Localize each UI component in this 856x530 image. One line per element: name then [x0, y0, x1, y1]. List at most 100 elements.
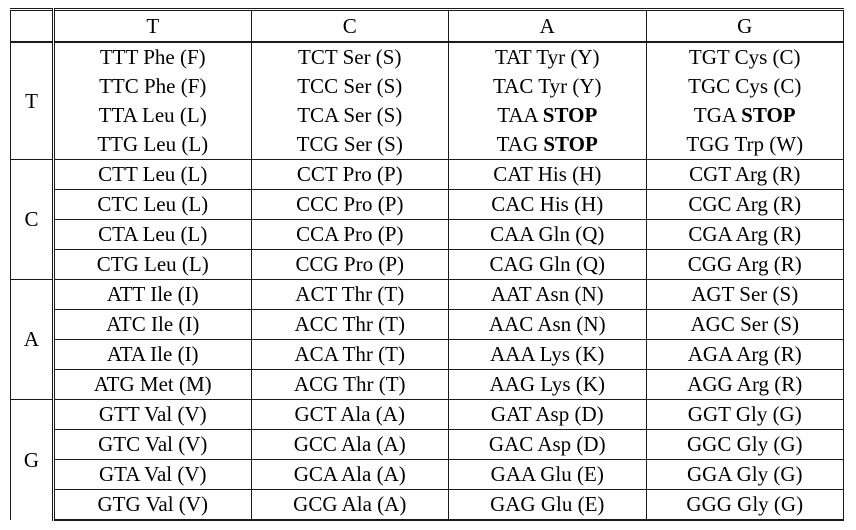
codon-triplet: CAT: [493, 162, 533, 186]
codon-text: GTC Val (V): [98, 430, 207, 459]
column-header-c: C: [251, 9, 449, 43]
codon-triplet: AAT: [490, 282, 532, 306]
codon-cell-CGG: CGG Arg (R): [646, 249, 844, 280]
codon-cell-TAC: TAC Tyr (Y): [448, 72, 647, 101]
codon-cell-AAA: AAA Lys (K): [448, 339, 647, 370]
amino-acid-label: Trp (W): [734, 132, 804, 156]
amino-acid-label: Glu (E): [540, 462, 604, 486]
table-row: CTG Leu (L) CCG Pro (P) CAG Gln (Q) CGG Arg…: [11, 249, 844, 280]
codon-triplet: CTT: [98, 162, 138, 186]
codon-cell-TTT: TTT Phe (F): [53, 42, 252, 72]
amino-acid-label: Phe (F): [143, 45, 206, 69]
genetic-code-table-container: T C A G T TTT Phe (F) TCT Ser (S) TAT Tyr (…: [10, 8, 844, 521]
codon-text: TAA STOP: [497, 101, 597, 130]
codon-cell-CCC: CCC Pro (P): [251, 189, 449, 220]
codon-triplet: CGG: [687, 252, 733, 276]
codon-triplet: AAG: [489, 372, 536, 396]
codon-text: AGC Ser (S): [690, 310, 799, 339]
codon-cell-ACC: ACC Thr (T): [251, 309, 449, 340]
column-header-g: G: [646, 9, 844, 43]
codon-triplet: CCC: [296, 192, 339, 216]
codon-triplet: TTG: [97, 132, 139, 156]
codon-text: CGG Arg (R): [688, 250, 802, 279]
amino-acid-label: Gly (G): [736, 462, 803, 486]
codon-text: CTT Leu (L): [98, 160, 207, 189]
codon-text: TGA STOP: [694, 101, 796, 130]
codon-text: AAA Lys (K): [490, 340, 604, 369]
table-row: T TTT Phe (F) TCT Ser (S) TAT Tyr (Y) TGT Cy…: [10, 42, 844, 160]
codon-text: TAT Tyr (Y): [495, 43, 600, 72]
codon-cell-CAG: CAG Gln (Q): [448, 249, 647, 280]
codon-text: GAG Glu (E): [490, 490, 604, 519]
codon-cell-ATC: ATC Ile (I): [53, 309, 252, 340]
amino-acid-label: Ser (S): [343, 74, 403, 98]
codon-cell-TAT: TAT Tyr (Y): [448, 42, 647, 72]
amino-acid-label: Glu (E): [540, 492, 605, 516]
codon-text: AAT Asn (N): [491, 280, 604, 309]
codon-text: GTG Val (V): [98, 490, 208, 519]
amino-acid-label: Val (V): [144, 462, 207, 486]
codon-text: ACG Thr (T): [294, 370, 406, 399]
codon-triplet: TAA: [497, 103, 538, 127]
codon-triplet: AAC: [488, 312, 534, 336]
codon-triplet: AGG: [687, 372, 733, 396]
codon-triplet: CTC: [97, 192, 139, 216]
codon-cell-ATT: ATT Ile (I): [53, 279, 252, 310]
codon-triplet: TCA: [297, 103, 339, 127]
table-row: GTA Val (V) GCA Ala (A) GAA Glu (E) GGA Gly…: [11, 459, 844, 490]
codon-text: AGG Arg (R): [687, 370, 802, 399]
amino-acid-label: Leu (L): [143, 132, 209, 156]
codon-cell-TAG: TAG STOP: [448, 130, 647, 160]
amino-acid-label: Gly (G): [736, 432, 803, 456]
codon-cell-TCT: TCT Ser (S): [251, 42, 449, 72]
column-header-a: A: [448, 9, 647, 43]
amino-acid-label: Val (V): [144, 402, 207, 426]
amino-acid-label: Arg (R): [736, 342, 802, 366]
codon-triplet: AAA: [490, 342, 535, 366]
codon-triplet: CAC: [491, 192, 535, 216]
codon-text: TAC Tyr (Y): [493, 72, 601, 101]
stop-label: STOP: [542, 103, 598, 127]
codon-cell-AGC: AGC Ser (S): [646, 309, 844, 340]
codon-triplet: CGC: [688, 192, 732, 216]
codon-text: TCT Ser (S): [298, 43, 401, 72]
amino-acid-label: Leu (L): [142, 222, 208, 246]
codon-cell-CAC: CAC His (H): [448, 189, 647, 220]
codon-cell-ATG: ATG Met (M): [53, 369, 252, 400]
codon-cell-GTG: GTG Val (V): [53, 489, 252, 521]
table-row: C CTT Leu (L) CCT Pro (P) CAT His (H) CGT Ar…: [10, 159, 844, 280]
codon-triplet: GCG: [293, 492, 338, 516]
codon-text: GAC Asp (D): [489, 430, 606, 459]
codon-cell-CAA: CAA Gln (Q): [448, 219, 647, 250]
codon-text: ACA Thr (T): [295, 340, 405, 369]
amino-acid-label: Ser (S): [740, 312, 799, 336]
codon-triplet: CGT: [689, 162, 731, 186]
amino-acid-label: Tyr (Y): [536, 45, 600, 69]
header-row: T C A G: [10, 9, 844, 43]
amino-acid-label: Phe (F): [144, 74, 207, 98]
codon-cell-CTA: CTA Leu (L): [53, 219, 252, 250]
codon-text: TAG STOP: [497, 130, 598, 159]
codon-text: CTA Leu (L): [98, 220, 207, 249]
table-row: CTC Leu (L) CCC Pro (P) CAC His (H) CGC Arg…: [11, 189, 844, 220]
codon-cell-TGA: TGA STOP: [646, 101, 844, 130]
codon-triplet: GAC: [488, 432, 534, 456]
codon-cell-TCG: TCG Ser (S): [251, 130, 449, 160]
codon-triplet: TCC: [297, 74, 339, 98]
amino-acid-label: Arg (R): [735, 192, 802, 216]
codon-cell-CTG: CTG Leu (L): [53, 249, 252, 280]
codon-text: CCT Pro (P): [297, 160, 403, 189]
codon-text: TTC Phe (F): [99, 72, 206, 101]
codon-text: GGG Gly (G): [686, 490, 803, 519]
codon-cell-AGT: AGT Ser (S): [646, 279, 844, 310]
codon-text: GCT Ala (A): [295, 400, 405, 429]
codon-cell-GCG: GCG Ala (A): [251, 489, 449, 521]
amino-acid-label: Val (V): [144, 432, 208, 456]
codon-cell-TTA: TTA Leu (L): [53, 101, 252, 130]
codon-triplet: GGA: [687, 462, 732, 486]
table-row: TTC Phe (F) TCC Ser (S) TAC Tyr (Y) TGC Cys…: [11, 72, 844, 101]
codon-cell-GTA: GTA Val (V): [53, 459, 252, 490]
codon-triplet: TGT: [688, 45, 730, 69]
codon-text: ATC Ile (I): [106, 310, 199, 339]
codon-text: TTG Leu (L): [97, 130, 208, 159]
